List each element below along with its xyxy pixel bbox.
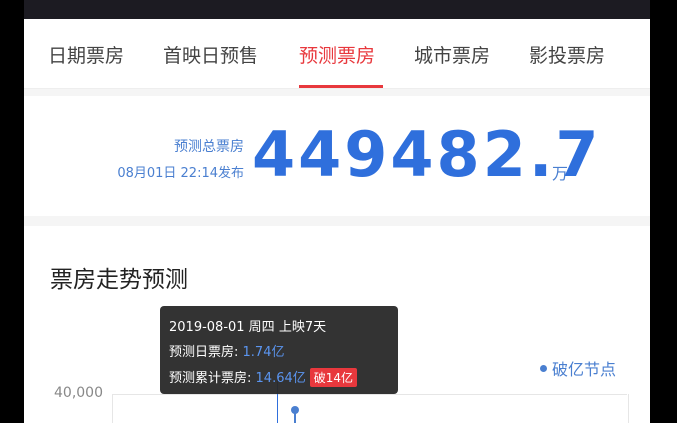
tooltip-daily-value: 1.74亿 xyxy=(242,345,285,360)
tooltip-daily: 预测日票房: 1.74亿 xyxy=(169,341,284,360)
tab-investor-box-office[interactable]: 影投票房 xyxy=(529,41,605,68)
tooltip-daily-label: 预测日票房: xyxy=(169,345,239,360)
legend-yi-node[interactable]: 破亿节点 xyxy=(540,356,616,380)
y-tick-label: 40,000 xyxy=(54,385,103,401)
chart-tooltip: 2019-08-01 周四 上映7天 预测日票房: 1.74亿 预测累计票房: … xyxy=(160,306,398,394)
legend-dot-icon xyxy=(540,365,547,372)
tooltip-cumulative: 预测累计票房: 14.64亿 破14亿 xyxy=(169,367,358,387)
tab-forecast-box-office[interactable]: 预测票房 xyxy=(299,41,375,68)
tab-premiere-presale[interactable]: 首映日预售 xyxy=(163,41,258,68)
legend-label: 破亿节点 xyxy=(552,360,617,379)
total-unit: 万 xyxy=(552,164,569,183)
gridline xyxy=(112,394,627,395)
publish-time: 08月01日 22:14发布 xyxy=(117,166,244,181)
chart-title: 票房走势预测 xyxy=(50,267,188,293)
tooltip-cum-value: 14.64亿 xyxy=(255,371,306,386)
active-tab-indicator xyxy=(299,85,383,88)
total-label: 预测总票房 xyxy=(174,139,244,155)
tab-city-box-office[interactable]: 城市票房 xyxy=(414,41,490,68)
milestone-marker-stem xyxy=(294,412,296,423)
tab-daily-box-office[interactable]: 日期票房 xyxy=(48,41,124,68)
plot-area[interactable] xyxy=(112,394,629,423)
phone-screen: 日期票房 首映日预售 预测票房 城市票房 影投票房 预测总票房 08月01日 2… xyxy=(24,0,650,423)
forecast-total-card: 预测总票房 08月01日 22:14发布 449482.7 万 xyxy=(24,96,650,216)
status-bar xyxy=(24,0,650,19)
tooltip-date: 2019-08-01 周四 上映7天 xyxy=(169,320,327,335)
total-value: 449482.7 xyxy=(252,118,602,191)
tooltip-cum-label: 预测累计票房: xyxy=(169,371,252,386)
tab-bar: 日期票房 首映日预售 预测票房 城市票房 影投票房 xyxy=(24,19,650,89)
milestone-badge: 破14亿 xyxy=(309,368,358,387)
